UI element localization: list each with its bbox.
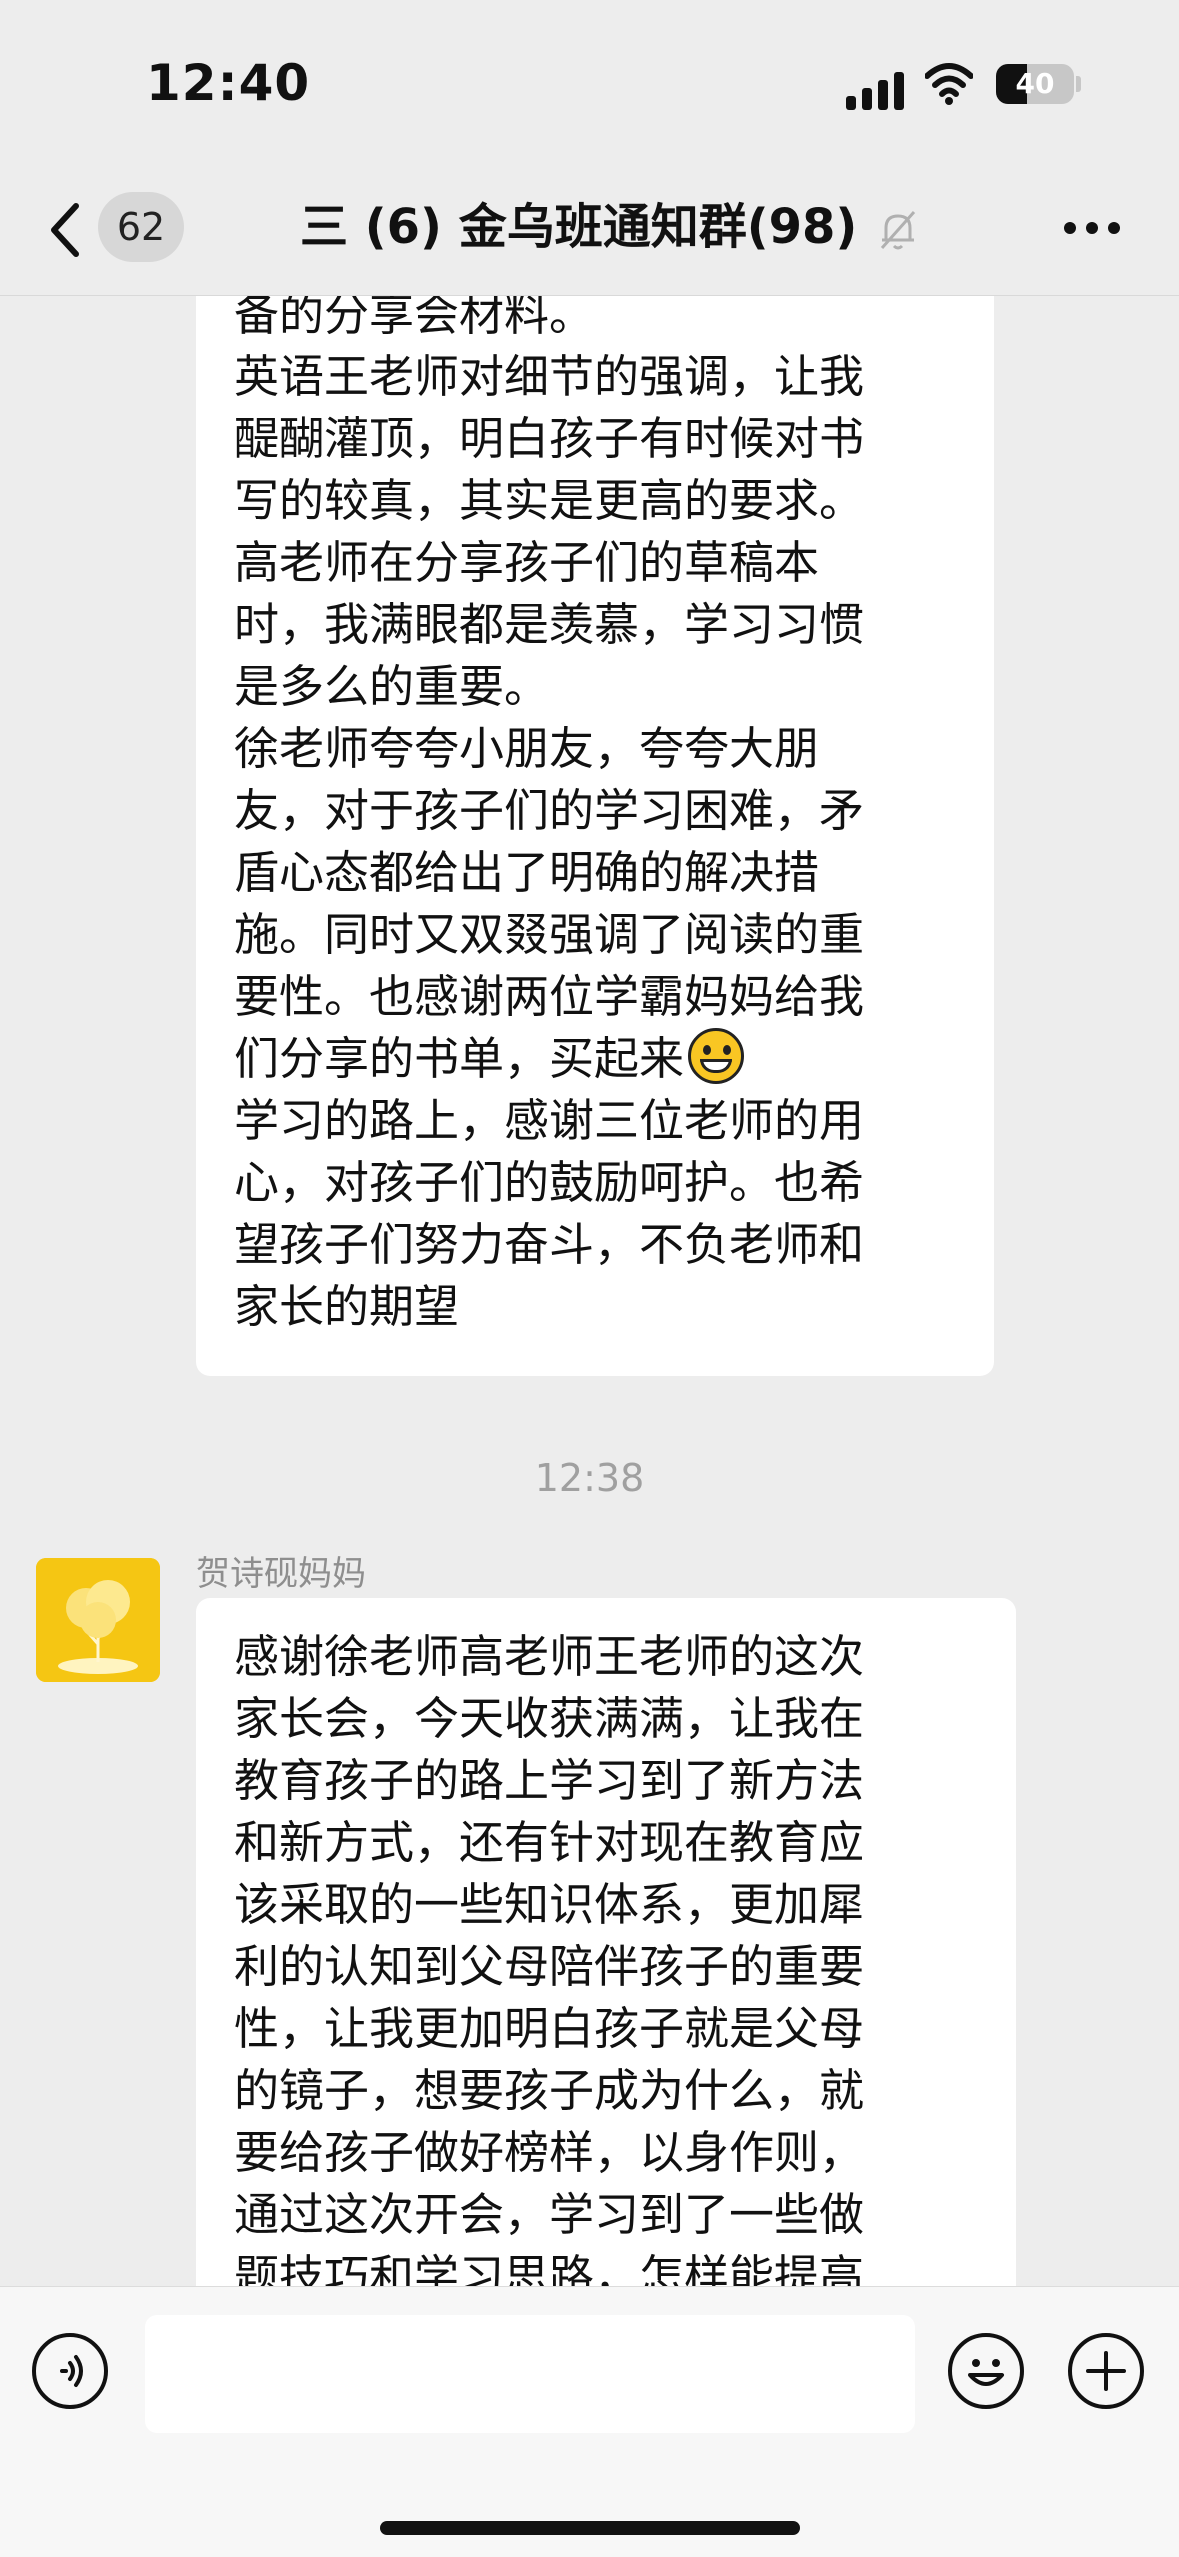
chat-title: 三 (6) 金乌班通知群(98) [300, 199, 858, 255]
message-input[interactable] [145, 2315, 915, 2433]
message-line: 友，对于孩子们的学习困难，矛 [234, 784, 865, 837]
chat-header: 62 三 (6) 金乌班通知群(98) [0, 170, 1179, 296]
avatar[interactable] [36, 1558, 160, 1682]
message-line: 高老师在分享孩子们的草稿本 [234, 536, 820, 589]
battery-tip [1076, 76, 1081, 92]
message-line: 要给孩子做好榜样，以身作则， [234, 2126, 865, 2179]
message-line: 该采取的一些知识体系，更加犀 [234, 1878, 865, 1931]
message-line: 醍醐灌顶，明白孩子有时候对书 [234, 412, 865, 465]
message-line: 徐老师夸夸小朋友，夸夸大朋 [234, 722, 820, 775]
more-icon[interactable] [1062, 220, 1122, 240]
message-line: 性，让我更加明白孩子就是父母 [234, 2002, 865, 2055]
message-line: 通过这次开会，学习到了一些做 [234, 2188, 865, 2241]
message-bubble[interactable]: 感谢徐老师高老师王老师的这次 家长会，今天收获满满，让我在 教育孩子的路上学习到… [196, 1598, 1016, 2286]
back-icon[interactable] [46, 200, 86, 260]
message-line: 的镜子，想要孩子成为什么，就 [234, 2064, 865, 2117]
voice-icon[interactable] [32, 2333, 108, 2409]
tree-icon [36, 1558, 160, 1682]
message-timestamp: 12:38 [534, 1456, 645, 1500]
message-line: 家长会，今天收获满满，让我在 [234, 1692, 865, 1745]
message-line: 英语王老师对细节的强调，让我 [234, 350, 865, 403]
message-line: 望孩子们努力奋斗，不负老师和 [234, 1218, 865, 1271]
battery-icon: 40 [996, 64, 1074, 104]
home-indicator[interactable] [380, 2521, 800, 2535]
unread-count-badge[interactable]: 62 [98, 192, 184, 262]
battery-percent: 40 [1015, 67, 1055, 100]
message-line: 题技巧和学习思路，怎样能提高 [234, 2250, 865, 2286]
message-line: 写的较真，其实是更高的要求。 [234, 474, 865, 527]
cellular-signal-icon [846, 70, 906, 110]
message-line: 施。同时又双叕强调了阅读的重 [234, 908, 865, 961]
message-bubble[interactable]: 备的分享会材料。 英语王老师对细节的强调，让我 醍醐灌顶，明白孩子有时候对书 写… [196, 296, 994, 1376]
message-line: 是多么的重要。 [234, 660, 550, 713]
message-line: 家长的期望 [234, 1280, 460, 1333]
status-time: 12:40 [146, 54, 311, 112]
grinning-face-emoji-icon [688, 1028, 745, 1084]
message-line-with-emoji: 们分享的书单，买起来 [234, 1028, 745, 1090]
wifi-icon [925, 63, 973, 105]
message-line: 和新方式，还有针对现在教育应 [234, 1816, 865, 1869]
plus-icon[interactable] [1068, 2333, 1144, 2409]
status-bar: 12:40 40 [0, 0, 1179, 170]
message-line: 感谢徐老师高老师王老师的这次 [234, 1630, 865, 1683]
message-line: 要性。也感谢两位学霸妈妈给我 [234, 970, 865, 1023]
message-line: 们分享的书单，买起来 [234, 1032, 685, 1085]
message-line: 备的分享会材料。 [234, 296, 595, 341]
message-line: 心，对孩子们的鼓励呵护。也希 [234, 1156, 865, 1209]
message-line: 教育孩子的路上学习到了新方法 [234, 1754, 865, 1807]
message-line: 盾心态都给出了明确的解决措 [234, 846, 820, 899]
sender-name: 贺诗砚妈妈 [196, 1554, 366, 1594]
message-list[interactable]: 备的分享会材料。 英语王老师对细节的强调，让我 醍醐灌顶，明白孩子有时候对书 写… [0, 296, 1179, 2286]
message-line: 利的认知到父母陪伴孩子的重要 [234, 1940, 865, 1993]
input-bar [0, 2286, 1179, 2557]
message-line: 学习的路上，感谢三位老师的用 [234, 1094, 865, 1147]
emoji-icon[interactable] [948, 2333, 1024, 2409]
mute-bell-icon [880, 211, 916, 250]
message-line: 时，我满眼都是羡慕，学习习惯 [234, 598, 865, 651]
